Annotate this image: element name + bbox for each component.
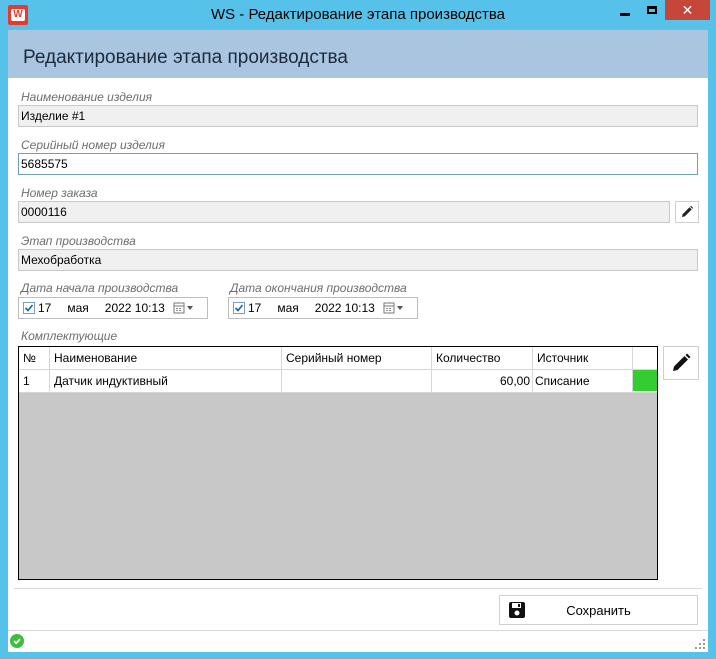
end-date-year-time[interactable]: 2022 10:13 (315, 301, 375, 315)
column-header-name[interactable]: Наименование (50, 347, 282, 369)
product-name-label: Наименование изделия (21, 90, 153, 104)
check-icon (24, 304, 34, 312)
table-header: № Наименование Серийный номер Количество… (19, 347, 657, 370)
resize-grip-icon[interactable] (694, 638, 706, 650)
status-bar (8, 630, 708, 652)
serial-number-label: Серийный номер изделия (21, 138, 165, 152)
row-source-cell[interactable]: Списание (533, 370, 633, 392)
components-label: Комплектующие (21, 329, 118, 343)
save-button-label: Сохранить (566, 602, 631, 618)
start-date-year-time[interactable]: 2022 10:13 (105, 301, 165, 315)
close-icon: ✕ (681, 2, 694, 18)
minimize-icon (619, 12, 630, 16)
end-date-picker[interactable]: 17 мая 2022 10:13 (228, 297, 418, 319)
end-date-day[interactable]: 17 (248, 301, 261, 315)
end-date-month[interactable]: мая (277, 301, 298, 315)
maximize-icon (646, 6, 657, 14)
header-band: Редактирование этапа производства (8, 30, 708, 78)
save-button[interactable]: Сохранить (499, 595, 698, 625)
components-table[interactable]: № Наименование Серийный номер Количество… (18, 346, 658, 580)
start-date-label: Дата начала производства (21, 281, 179, 295)
close-button[interactable]: ✕ (665, 0, 710, 20)
start-date-day[interactable]: 17 (38, 301, 51, 315)
maximize-button[interactable] (638, 0, 665, 20)
row-serial-cell[interactable] (282, 370, 432, 392)
start-date-month[interactable]: мая (67, 301, 88, 315)
row-name-cell[interactable]: Датчик индуктивный (50, 370, 282, 392)
pencil-icon (673, 353, 691, 371)
column-header-status[interactable] (633, 347, 657, 369)
row-status-cell[interactable] (633, 370, 657, 392)
order-number-label: Номер заказа (21, 186, 98, 200)
calendar-dropdown-icon[interactable] (173, 302, 195, 314)
start-date-picker[interactable]: 17 мая 2022 10:13 (18, 297, 208, 319)
stage-label: Этап производства (21, 234, 136, 248)
order-edit-button[interactable] (675, 201, 699, 223)
column-header-number[interactable]: № (19, 347, 50, 369)
ok-check-icon (10, 634, 24, 648)
pencil-icon (682, 205, 694, 217)
start-date-checkbox[interactable] (23, 302, 35, 314)
footer-divider (14, 588, 702, 589)
column-header-serial[interactable]: Серийный номер (282, 347, 432, 369)
table-row[interactable]: 1 Датчик индуктивный 60,00 Списание (19, 370, 657, 393)
order-number-field[interactable]: 0000116 (18, 201, 670, 223)
status-indicator (633, 370, 657, 391)
page-title: Редактирование этапа производства (23, 47, 348, 68)
window-title: WS - Редактирование этапа производства (210, 6, 506, 23)
column-header-source[interactable]: Источник (533, 347, 633, 369)
stage-field[interactable]: Мехобработка (18, 249, 698, 271)
product-name-field[interactable]: Изделие #1 (18, 105, 698, 127)
title-bar[interactable]: W WS - Редактирование этапа производства… (0, 0, 716, 30)
serial-number-input[interactable]: 5685575 (18, 153, 698, 175)
minimize-button[interactable] (611, 0, 638, 20)
check-icon (234, 304, 244, 312)
end-date-checkbox[interactable] (233, 302, 245, 314)
components-edit-button[interactable] (663, 346, 699, 380)
app-window: W WS - Редактирование этапа производства… (0, 0, 716, 659)
dialog-body: Редактирование этапа производства Наимен… (8, 30, 708, 652)
end-date-label: Дата окончания производства (230, 281, 407, 295)
row-number-cell[interactable]: 1 (19, 370, 50, 392)
calendar-dropdown-icon[interactable] (383, 302, 405, 314)
row-quantity-cell[interactable]: 60,00 (432, 370, 533, 392)
column-header-quantity[interactable]: Количество (432, 347, 533, 369)
